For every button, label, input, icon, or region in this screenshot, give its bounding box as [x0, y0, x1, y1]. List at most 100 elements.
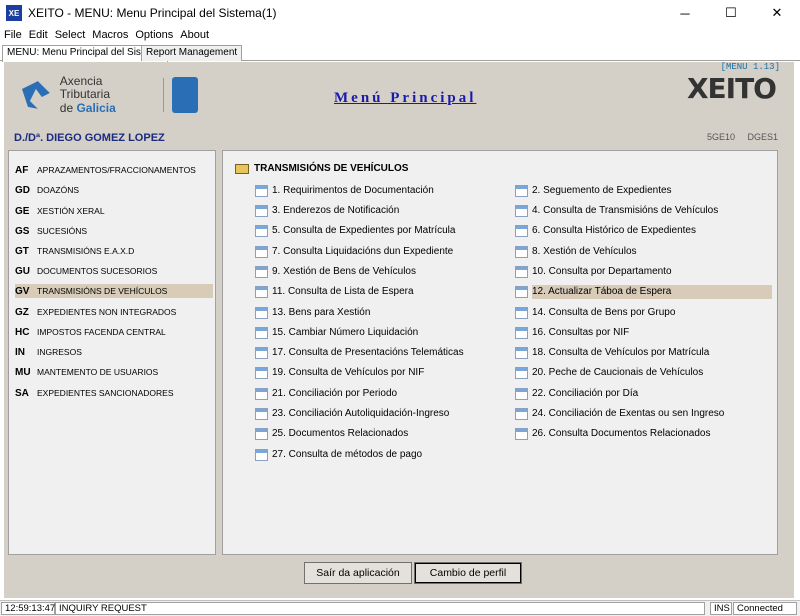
- option-26[interactable]: 26. Consulta Documentos Relacionados: [515, 427, 716, 441]
- option-4[interactable]: 4. Consulta de Transmisións de Vehículos: [515, 204, 724, 218]
- session-codes: 5GE10 DGES1: [697, 132, 778, 142]
- option-25[interactable]: 25. Documentos Relacionados: [255, 427, 414, 441]
- module-item-gs[interactable]: GS SUCESIÓNS: [15, 224, 213, 238]
- logo-divider: [163, 78, 165, 112]
- option-label: 20. Peche de Caucionais de Vehículos: [532, 367, 704, 378]
- option-label: 5. Consulta de Expedientes por Matrícula: [272, 225, 456, 236]
- module-label: APRAZAMENTOS/FRACCIONAMENTOS: [37, 165, 196, 175]
- module-item-mu[interactable]: MU MANTEMENTO DE USUARIOS: [15, 365, 213, 379]
- option-9[interactable]: 9. Xestión de Bens de Vehículos: [255, 265, 422, 279]
- module-item-gu[interactable]: GU DOCUMENTOS SUCESORIOS: [15, 264, 213, 278]
- option-label: 24. Conciliación de Exentas ou sen Ingre…: [532, 408, 725, 419]
- menu-macros[interactable]: Macros: [92, 29, 128, 41]
- title-bar: XE XEITO - MENU: Menu Principal del Sist…: [0, 0, 800, 26]
- menu-version: [MENU 1.13]: [720, 62, 780, 72]
- option-10[interactable]: 10. Consulta por Departamento: [515, 265, 678, 279]
- option-label: 9. Xestión de Bens de Vehículos: [272, 266, 416, 277]
- window-icon: [255, 225, 268, 237]
- module-label: IMPOSTOS FACENDA CENTRAL: [37, 327, 166, 337]
- user-name: D./Dª. DIEGO GOMEZ LOPEZ: [14, 132, 165, 144]
- option-label: 18. Consulta de Vehículos por Matrícula: [532, 347, 710, 358]
- option-2[interactable]: 2. Seguemento de Expedientes: [515, 184, 678, 198]
- option-12[interactable]: 12. Actualizar Táboa de Espera: [515, 285, 772, 299]
- option-17[interactable]: 17. Consulta de Presentacións Telemática…: [255, 346, 470, 360]
- option-16[interactable]: 16. Consultas por NIF: [515, 326, 635, 340]
- status-mode: INS: [710, 602, 732, 615]
- option-14[interactable]: 14. Consulta de Bens por Grupo: [515, 306, 681, 320]
- menu-options[interactable]: Options: [135, 29, 173, 41]
- option-1[interactable]: 1. Requirimentos de Documentación: [255, 184, 440, 198]
- option-11[interactable]: 11. Consulta de Lista de Espera: [255, 285, 420, 299]
- option-3[interactable]: 3. Enderezos de Notificación: [255, 204, 405, 218]
- window-icon: [515, 266, 528, 278]
- maximize-button[interactable]: ☐: [708, 0, 754, 26]
- window-icon: [255, 449, 268, 461]
- option-21[interactable]: 21. Conciliación por Periodo: [255, 387, 403, 401]
- option-label: 15. Cambiar Número Liquidación: [272, 327, 419, 338]
- option-13[interactable]: 13. Bens para Xestión: [255, 306, 376, 320]
- tab-bar: MENU: Menu Principal del Sistema Report …: [0, 44, 800, 62]
- status-bar: 12:59:13:472 INQUIRY REQUEST INS Connect…: [0, 600, 800, 616]
- module-item-af[interactable]: AF APRAZAMENTOS/FRACCIONAMENTOS: [15, 163, 213, 177]
- option-18[interactable]: 18. Consulta de Vehículos por Matrícula: [515, 346, 715, 360]
- window-icon: [255, 246, 268, 258]
- module-item-in[interactable]: IN INGRESOS: [15, 345, 213, 359]
- option-15[interactable]: 15. Cambiar Número Liquidación: [255, 326, 424, 340]
- window-icon: [255, 347, 268, 359]
- module-code: IN: [15, 346, 25, 358]
- option-label: 6. Consulta Histórico de Expedientes: [532, 225, 696, 236]
- page-title: Menú Principal: [334, 90, 477, 106]
- module-item-gd[interactable]: GD DOAZÓNS: [15, 183, 213, 197]
- menu-file[interactable]: File: [4, 29, 22, 41]
- tab-report-management[interactable]: Report Management: [141, 45, 243, 61]
- option-27[interactable]: 27. Consulta de métodos de pago: [255, 448, 428, 462]
- exit-button[interactable]: Saír da aplicación: [304, 562, 412, 584]
- option-label: 26. Consulta Documentos Relacionados: [532, 428, 711, 439]
- option-22[interactable]: 22. Conciliación por Día: [515, 387, 644, 401]
- option-23[interactable]: 23. Conciliación Autoliquidación-Ingreso: [255, 407, 455, 421]
- module-code: HC: [15, 326, 30, 338]
- option-label: 14. Consulta de Bens por Grupo: [532, 307, 676, 318]
- folder-icon: [235, 163, 249, 174]
- option-8[interactable]: 8. Xestión de Vehículos: [515, 245, 643, 259]
- module-code: AF: [15, 164, 29, 176]
- module-item-gz[interactable]: GZ EXPEDIENTES NON INTEGRADOS: [15, 305, 213, 319]
- module-item-gt[interactable]: GT TRANSMISIÓNS E.A.X.D: [15, 244, 213, 258]
- menu-edit[interactable]: Edit: [29, 29, 48, 41]
- window-icon: [255, 286, 268, 298]
- close-button[interactable]: ✕: [754, 0, 800, 26]
- window-icon: [515, 185, 528, 197]
- status-message: INQUIRY REQUEST: [55, 602, 705, 615]
- logo-line1: Axencia Tributaria: [59, 74, 111, 102]
- module-code: GZ: [15, 306, 29, 318]
- option-20[interactable]: 20. Peche de Caucionais de Vehículos: [515, 366, 709, 380]
- module-item-ge[interactable]: GE XESTIÓN XERAL: [15, 204, 213, 218]
- menu-about[interactable]: About: [180, 29, 209, 41]
- option-label: 8. Xestión de Vehículos: [532, 246, 637, 257]
- option-label: 10. Consulta por Departamento: [532, 266, 672, 277]
- option-24[interactable]: 24. Conciliación de Exentas ou sen Ingre…: [515, 407, 730, 421]
- module-label: EXPEDIENTES SANCIONADORES: [37, 388, 174, 398]
- option-19[interactable]: 19. Consulta de Vehículos por NIF: [255, 366, 430, 380]
- change-profile-button[interactable]: Cambio de perfil: [414, 562, 522, 584]
- menu-select[interactable]: Select: [55, 29, 86, 41]
- option-label: 22. Conciliación por Día: [532, 388, 639, 399]
- option-label: 3. Enderezos de Notificación: [272, 205, 400, 216]
- section-title: TRANSMISIÓNS DE VEHÍCULOS: [254, 163, 409, 174]
- minimize-button[interactable]: ─: [662, 0, 708, 26]
- window-icon: [515, 205, 528, 217]
- module-label: DOAZÓNS: [37, 185, 80, 195]
- module-item-sa[interactable]: SA EXPEDIENTES SANCIONADORES: [15, 386, 213, 400]
- module-item-gv[interactable]: GV TRANSMISIÓNS DE VEHÍCULOS: [15, 284, 213, 298]
- option-7[interactable]: 7. Consulta Liquidacións dun Expediente: [255, 245, 459, 259]
- option-5[interactable]: 5. Consulta de Expedientes por Matrícula: [255, 224, 461, 238]
- module-code: GU: [15, 265, 30, 277]
- option-label: 23. Conciliación Autoliquidación-Ingreso: [272, 408, 450, 419]
- window-icon: [255, 307, 268, 319]
- window-icon: [255, 388, 268, 400]
- window-icon: [255, 266, 268, 278]
- option-6[interactable]: 6. Consulta Histórico de Expedientes: [515, 224, 702, 238]
- module-item-hc[interactable]: HC IMPOSTOS FACENDA CENTRAL: [15, 325, 213, 339]
- module-list: AF APRAZAMENTOS/FRACCIONAMENTOS GD DOAZÓNS…: [8, 150, 216, 555]
- window-icon: [515, 246, 528, 258]
